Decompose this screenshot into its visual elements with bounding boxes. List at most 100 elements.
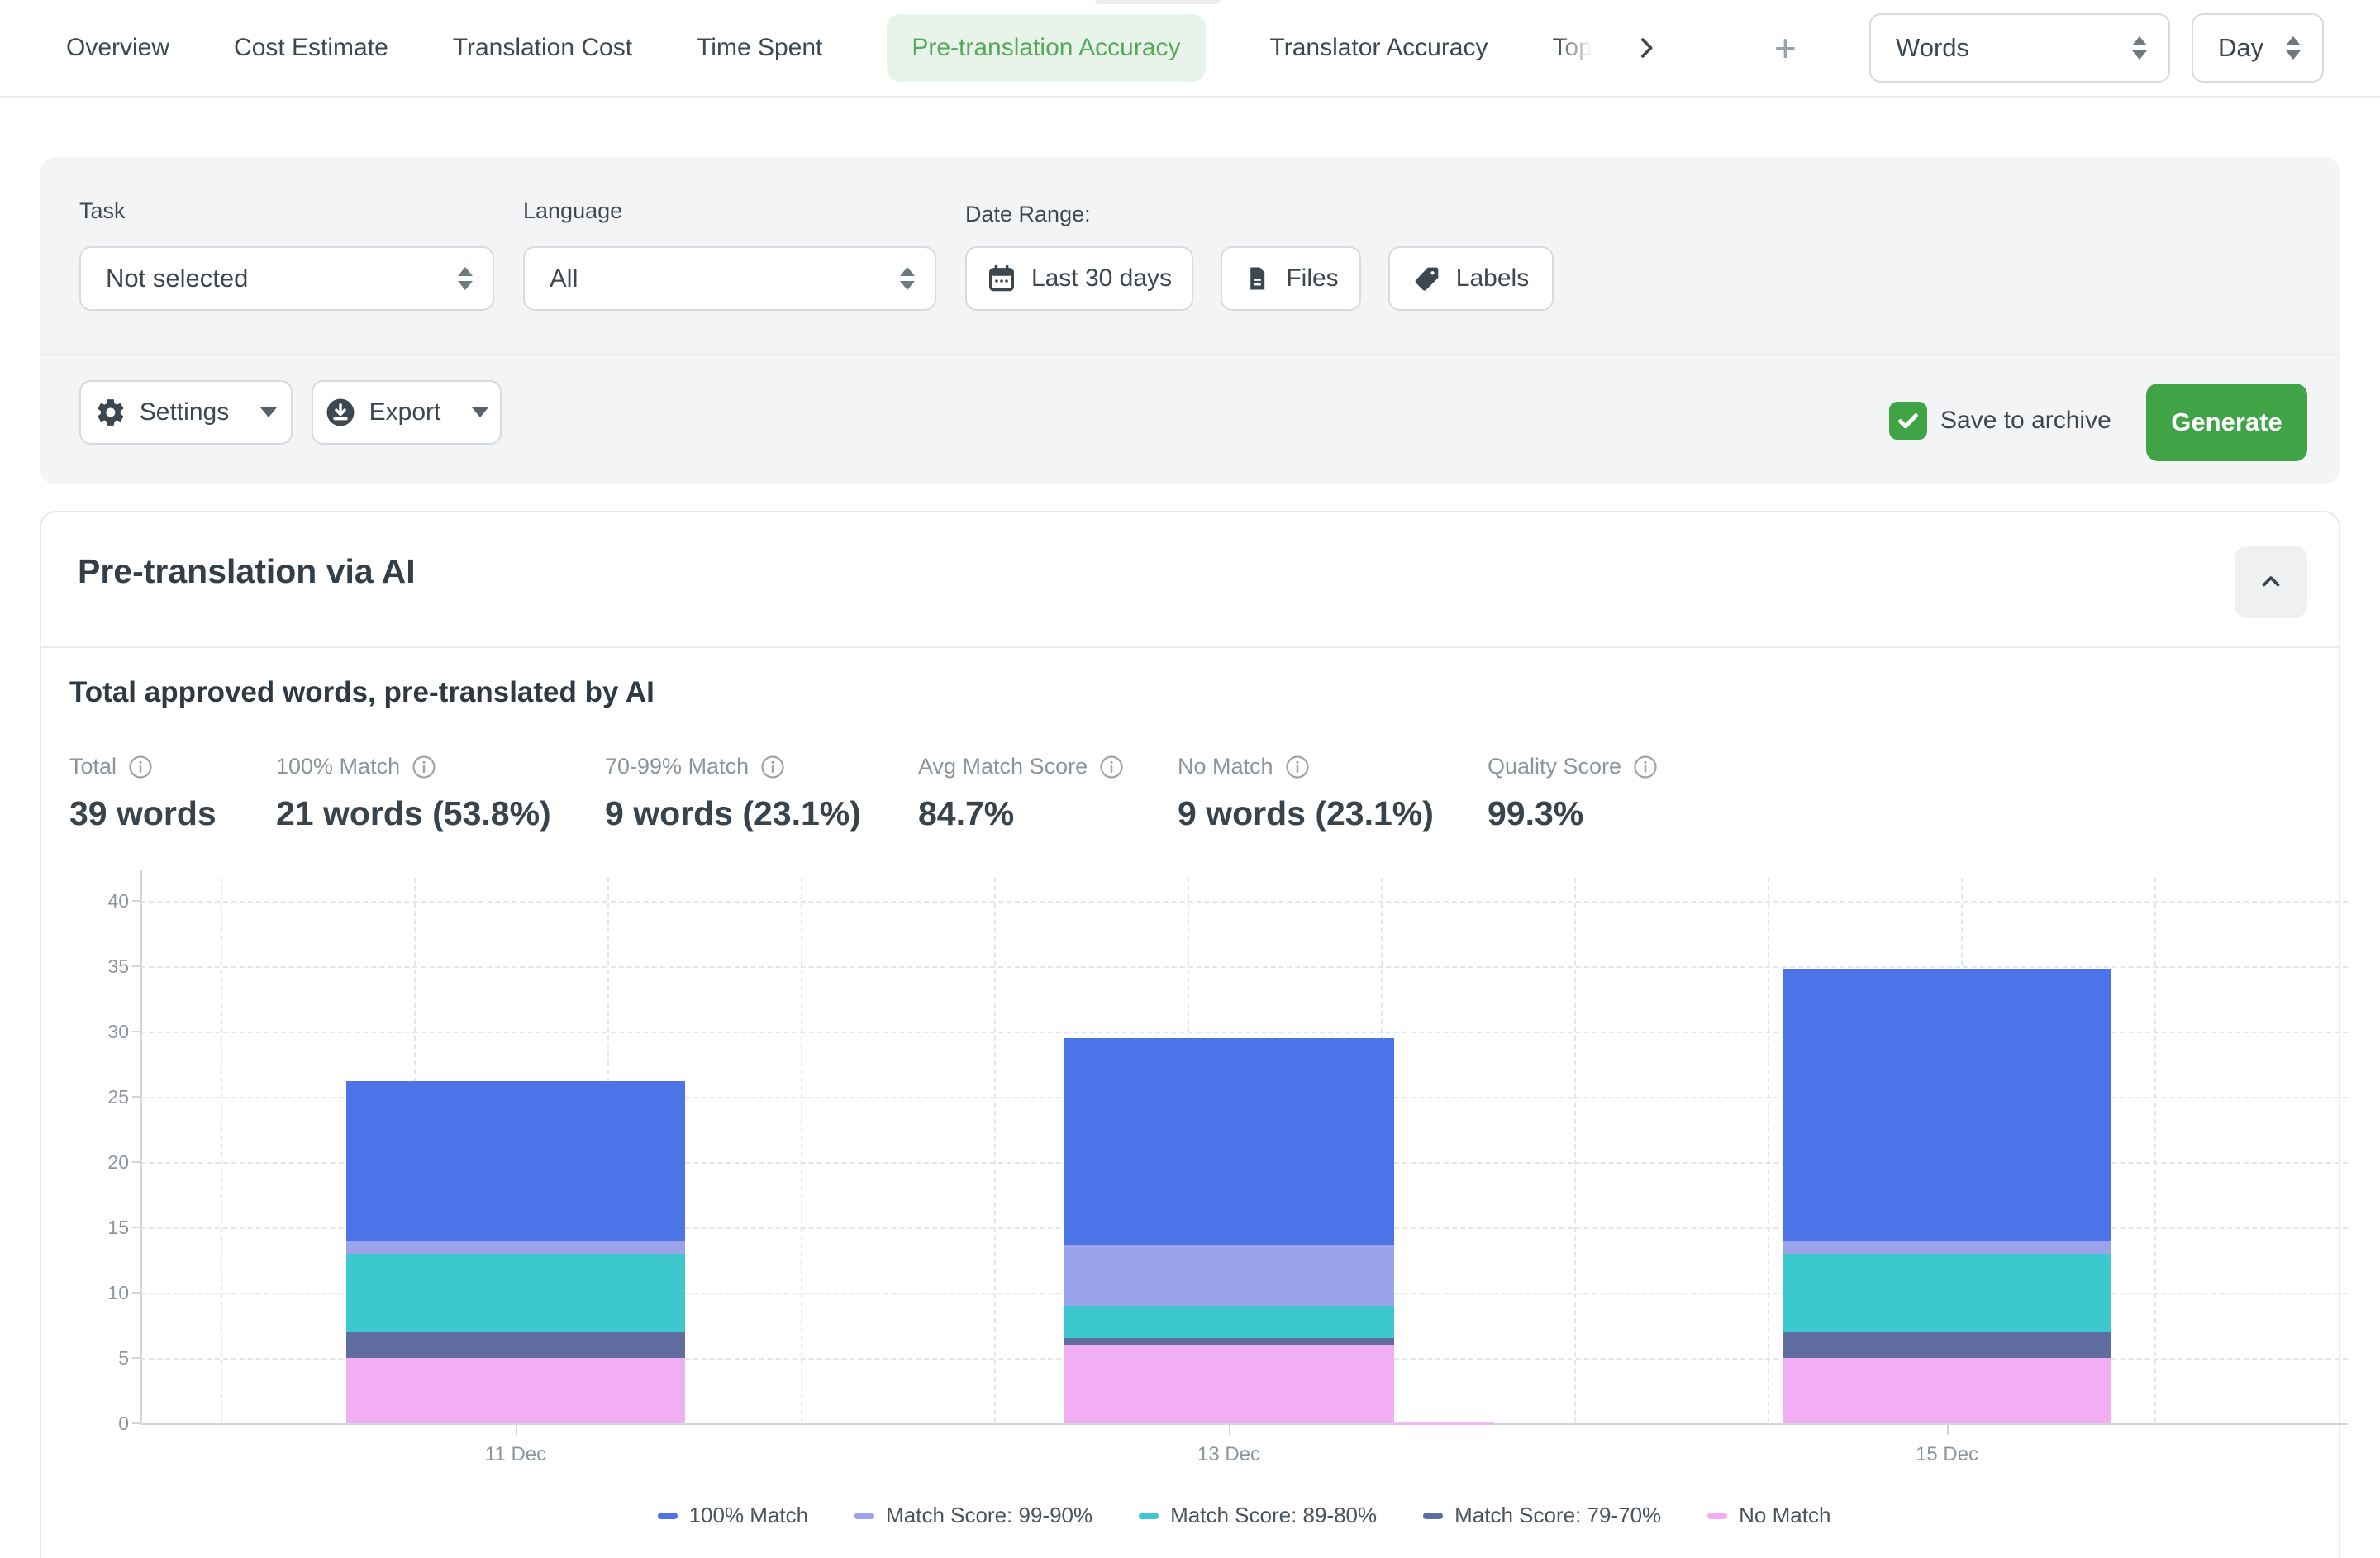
near-zero-no-match-bar[interactable] bbox=[1393, 1422, 1494, 1425]
legend-marker bbox=[658, 1513, 678, 1519]
card-divider bbox=[41, 646, 2339, 648]
language-select[interactable]: All bbox=[523, 246, 936, 311]
labels-button[interactable]: Labels bbox=[1388, 246, 1554, 311]
bar-13-dec-100-match[interactable] bbox=[1064, 1038, 1394, 1245]
stat-quality-score: Quality Score 99.3% bbox=[1488, 754, 1658, 833]
bar-15-dec-no-match[interactable] bbox=[1783, 1358, 2111, 1423]
stat-label: Quality Score bbox=[1488, 754, 1621, 779]
bar-13-dec-no-match[interactable] bbox=[1064, 1345, 1394, 1423]
info-circle-icon[interactable] bbox=[412, 755, 436, 779]
settings-button-label: Settings bbox=[140, 398, 229, 426]
language-select-value: All bbox=[550, 264, 578, 293]
unit-select[interactable]: Words bbox=[1869, 13, 2170, 83]
bar-13-dec-match-score-99-90-[interactable] bbox=[1064, 1245, 1394, 1306]
stat-value: 9 words (23.1%) bbox=[1178, 794, 1434, 833]
select-arrows-icon bbox=[458, 267, 473, 290]
stat-value: 84.7% bbox=[918, 794, 1124, 833]
legend-label: Match Score: 99-90% bbox=[886, 1503, 1092, 1528]
legend-marker bbox=[1707, 1513, 1727, 1519]
info-circle-icon[interactable] bbox=[1633, 755, 1658, 779]
tag-icon bbox=[1413, 264, 1441, 293]
top-notch-decoration bbox=[1095, 0, 1221, 4]
bar-11-dec-match-score-79-70-[interactable] bbox=[346, 1332, 685, 1358]
stat-avg-match-score: Avg Match Score 84.7% bbox=[918, 754, 1124, 833]
legend-label: No Match bbox=[1739, 1503, 1830, 1528]
generate-button[interactable]: Generate bbox=[2146, 384, 2307, 461]
collapse-section-button[interactable] bbox=[2235, 546, 2307, 618]
stat-label: Avg Match Score bbox=[918, 754, 1088, 779]
stat-total: Total 39 words bbox=[69, 754, 217, 833]
stat-value: 39 words bbox=[69, 794, 217, 833]
files-button[interactable]: Files bbox=[1221, 246, 1361, 311]
stat-value: 21 words (53.8%) bbox=[276, 794, 551, 833]
info-circle-icon[interactable] bbox=[760, 755, 785, 779]
chart-legend: 100% Match Match Score: 99-90% Match Score… bbox=[140, 1503, 2348, 1528]
settings-button[interactable]: Settings bbox=[79, 380, 293, 445]
save-to-archive-checkbox[interactable] bbox=[1889, 402, 1927, 440]
tab-translation-cost[interactable]: Translation Cost bbox=[453, 34, 632, 62]
bar-13-dec-match-score-89-80-[interactable] bbox=[1064, 1306, 1394, 1339]
chart-subtitle: Total approved words, pre-translated by … bbox=[69, 676, 654, 709]
caret-down-icon bbox=[472, 407, 488, 417]
tab-overview[interactable]: Overview bbox=[66, 34, 169, 62]
legend-item-match-score-89-80-[interactable]: Match Score: 89-80% bbox=[1139, 1503, 1377, 1528]
bar-11-dec-match-score-89-80-[interactable] bbox=[346, 1254, 685, 1332]
calendar-icon bbox=[987, 264, 1016, 293]
date-range-button-label: Last 30 days bbox=[1031, 264, 1172, 293]
export-button[interactable]: Export bbox=[312, 380, 502, 445]
period-select-value: Day bbox=[2218, 33, 2263, 63]
tab-top-truncated[interactable]: Top bbox=[1553, 34, 1592, 62]
legend-item-match-score-99-90-[interactable]: Match Score: 99-90% bbox=[854, 1503, 1092, 1528]
select-arrows-icon bbox=[900, 267, 915, 290]
export-button-label: Export bbox=[369, 398, 441, 426]
top-selects: Words Day bbox=[1869, 13, 2324, 83]
stat-label: No Match bbox=[1178, 754, 1273, 779]
task-select[interactable]: Not selected bbox=[79, 246, 494, 311]
report-tabs-bar: Overview Cost Estimate Translation Cost … bbox=[0, 0, 2380, 98]
legend-label: Match Score: 79-70% bbox=[1454, 1503, 1661, 1528]
legend-marker bbox=[1139, 1513, 1159, 1519]
stat-label: Total bbox=[69, 754, 117, 779]
stat-70-99-match: 70-99% Match 9 words (23.1%) bbox=[605, 754, 861, 833]
bar-15-dec-match-score-89-80-[interactable] bbox=[1783, 1254, 2111, 1332]
stat-label: 70-99% Match bbox=[605, 754, 749, 779]
date-range-button[interactable]: Last 30 days bbox=[965, 246, 1193, 311]
select-arrows-icon bbox=[2286, 36, 2301, 60]
tab-translator-accuracy[interactable]: Translator Accuracy bbox=[1270, 34, 1488, 62]
tab-cost-estimate[interactable]: Cost Estimate bbox=[234, 34, 388, 62]
date-range-label: Date Range: bbox=[965, 202, 1091, 227]
bar-15-dec-match-score-99-90-[interactable] bbox=[1783, 1241, 2111, 1254]
legend-label: Match Score: 89-80% bbox=[1170, 1503, 1377, 1528]
info-circle-icon[interactable] bbox=[128, 755, 153, 779]
tab-pre-translation-accuracy[interactable]: Pre-translation Accuracy bbox=[887, 14, 1205, 82]
period-select[interactable]: Day bbox=[2192, 13, 2324, 83]
legend-item-100-match[interactable]: 100% Match bbox=[658, 1503, 809, 1528]
legend-marker bbox=[854, 1513, 874, 1519]
panel-divider bbox=[40, 354, 2340, 355]
bar-13-dec-match-score-79-70-[interactable] bbox=[1064, 1338, 1394, 1345]
bar-11-dec-match-score-99-90-[interactable] bbox=[346, 1241, 685, 1254]
save-to-archive-label: Save to archive bbox=[1940, 407, 2111, 435]
bar-11-dec-no-match[interactable] bbox=[346, 1358, 685, 1423]
chevron-right-icon bbox=[1632, 34, 1660, 62]
stat-label: 100% Match bbox=[276, 754, 400, 779]
task-select-value: Not selected bbox=[106, 264, 248, 293]
info-circle-icon[interactable] bbox=[1099, 755, 1124, 779]
legend-marker bbox=[1423, 1513, 1443, 1519]
analytics-dashboard: Overview Cost Estimate Translation Cost … bbox=[0, 0, 2380, 1558]
bar-15-dec-match-score-79-70-[interactable] bbox=[1783, 1332, 2111, 1358]
tab-time-spent[interactable]: Time Spent bbox=[697, 34, 822, 62]
files-button-label: Files bbox=[1286, 264, 1338, 293]
labels-button-label: Labels bbox=[1456, 264, 1529, 293]
stat-value: 99.3% bbox=[1488, 794, 1658, 833]
plus-icon: + bbox=[1774, 26, 1797, 69]
legend-item-match-score-79-70-[interactable]: Match Score: 79-70% bbox=[1423, 1503, 1661, 1528]
bar-11-dec-100-match[interactable] bbox=[346, 1081, 685, 1241]
add-tab-button[interactable]: + bbox=[1774, 29, 1797, 67]
legend-item-no-match[interactable]: No Match bbox=[1707, 1503, 1830, 1528]
stat-value: 9 words (23.1%) bbox=[605, 794, 861, 833]
info-circle-icon[interactable] bbox=[1285, 755, 1310, 779]
task-label: Task bbox=[79, 198, 126, 224]
more-tabs-button[interactable] bbox=[1632, 34, 1660, 62]
bar-15-dec-100-match[interactable] bbox=[1783, 969, 2111, 1241]
